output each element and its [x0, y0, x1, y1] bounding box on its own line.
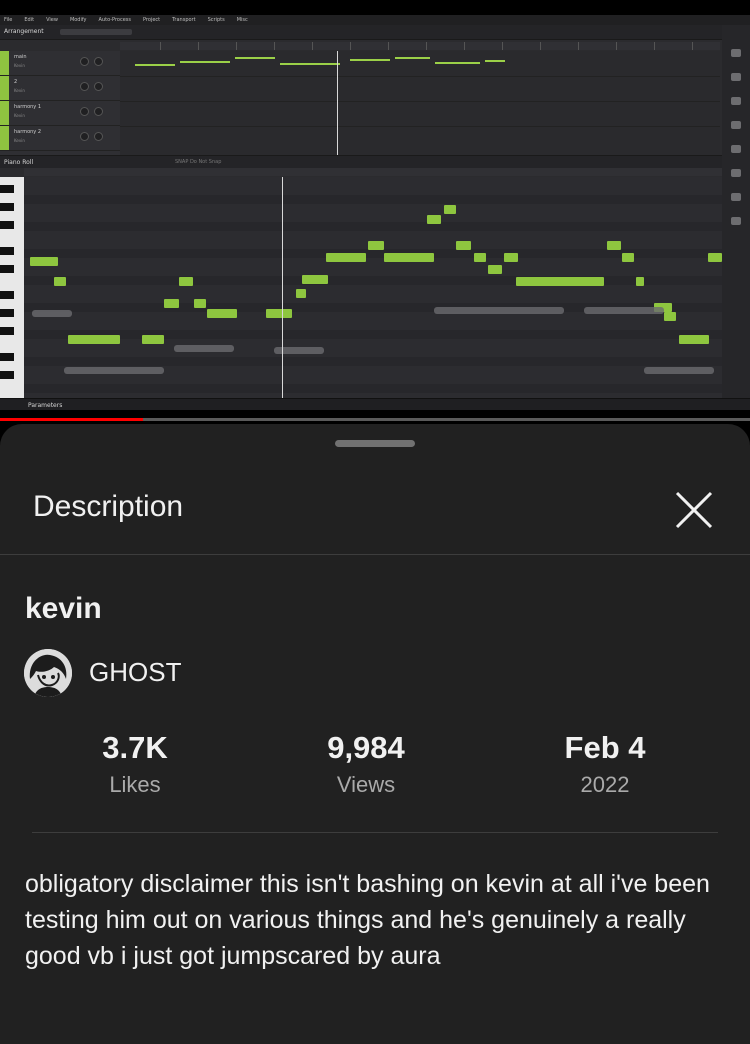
knob-icon [94, 132, 103, 141]
likes-stat: 3.7K Likes [35, 730, 235, 798]
likes-count: 3.7K [102, 730, 168, 765]
avatar-image [24, 649, 72, 697]
knob-icon [94, 57, 103, 66]
knob-icon [94, 107, 103, 116]
menu-project: Project [143, 17, 161, 23]
knob-icon [94, 82, 103, 91]
piano-roll-grid [24, 177, 722, 399]
track-name: main [14, 54, 27, 60]
menu-edit: Edit [24, 17, 35, 23]
track-row: harmony 1 Kevin [0, 101, 120, 126]
track-name: harmony 1 [14, 104, 42, 110]
close-button[interactable] [672, 488, 716, 532]
sheet-title: Description [33, 490, 184, 523]
track-row: 2 Kevin [0, 76, 120, 101]
drag-handle[interactable] [335, 440, 415, 447]
description-sheet: Description kevin GHOST 3.7K Likes 9,984… [0, 424, 750, 1044]
likes-label: Likes [109, 772, 161, 797]
arrangement-label: Arrangement [4, 28, 44, 35]
menu-file: File [4, 17, 13, 23]
video-frame-daw-screenshot: File Edit View Modify Auto-Process Proje… [0, 15, 750, 410]
publish-date: Feb 4 [564, 730, 646, 765]
publish-year: 2022 [580, 772, 630, 797]
menu-scripts: Scripts [207, 17, 225, 23]
date-stat: Feb 4 2022 [505, 730, 705, 798]
channel-name[interactable]: GHOST [89, 657, 181, 688]
piano-roll-header: Piano Roll SNAP Do Not Snap [0, 155, 722, 168]
track-list: main Kevin 2 Kevin harmony 1 Kevin harmo… [0, 51, 120, 155]
channel-avatar[interactable] [24, 649, 72, 697]
knob-icon [80, 57, 89, 66]
menu-misc: Misc [236, 17, 248, 23]
arrangement-ruler [120, 42, 720, 50]
views-label: Views [336, 772, 396, 797]
track-name: 2 [14, 79, 18, 85]
track-row: harmony 2 Kevin [0, 126, 120, 151]
track-voice: Kevin [14, 138, 25, 143]
track-voice: Kevin [14, 63, 25, 68]
track-row: main Kevin [0, 51, 120, 76]
views-count: 9,984 [327, 730, 405, 765]
track-voice: Kevin [14, 88, 25, 93]
views-stat: 9,984 Views [266, 730, 466, 798]
menu-view: View [46, 17, 58, 23]
piano-keys [0, 177, 24, 399]
daw-side-toolbar [722, 25, 750, 410]
menu-auto-process: Auto-Process [98, 17, 131, 23]
menu-modify: Modify [69, 17, 87, 23]
description-text: obligatory disclaimer this isn't bashing… [25, 870, 710, 970]
arrangement-lanes [120, 51, 720, 155]
close-icon [675, 491, 713, 529]
divider [32, 832, 718, 833]
daw-menubar: File Edit View Modify Auto-Process Proje… [0, 15, 750, 25]
arrangement-header: Arrangement [0, 25, 750, 40]
video-progress-fill [0, 418, 143, 421]
knob-icon [80, 107, 89, 116]
track-name: harmony 2 [14, 129, 42, 135]
knob-icon [80, 132, 89, 141]
transport-controls [60, 29, 132, 35]
parameters-bar: Parameters [0, 398, 750, 410]
piano-roll-label: Piano Roll [4, 159, 34, 166]
video-player[interactable]: File Edit View Modify Auto-Process Proje… [0, 0, 750, 420]
knob-icon [80, 82, 89, 91]
track-voice: Kevin [14, 113, 25, 118]
piano-roll-ruler [24, 168, 722, 176]
video-title: kevin [25, 592, 102, 625]
divider [0, 554, 750, 555]
snap-label: SNAP Do Not Snap [175, 159, 222, 165]
parameters-label: Parameters [28, 402, 63, 409]
menu-transport: Transport [172, 17, 196, 23]
